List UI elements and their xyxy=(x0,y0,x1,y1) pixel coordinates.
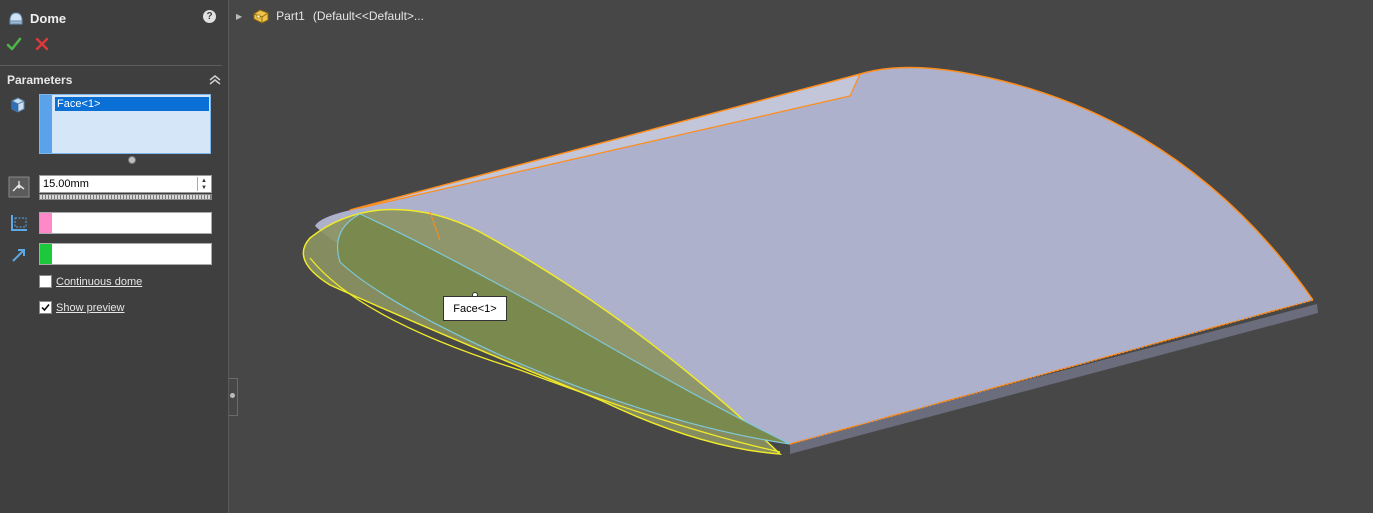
face-list-item[interactable]: Face<1> xyxy=(55,97,209,111)
constraint-sketch-icon xyxy=(11,215,27,231)
spin-down-icon[interactable]: ▼ xyxy=(198,184,210,191)
pm-title: Dome xyxy=(30,10,67,26)
list-resize-handle[interactable] xyxy=(128,156,136,164)
face-callout-label: Face<1> xyxy=(453,302,497,315)
separator xyxy=(0,65,222,66)
configuration-name: (Default<<Default>... xyxy=(312,9,424,23)
spin-up-icon[interactable]: ▲ xyxy=(198,177,210,184)
direction-arrow-icon xyxy=(12,249,25,262)
face-callout[interactable]: Face<1> xyxy=(443,296,507,321)
check-mark-icon xyxy=(41,304,50,312)
pm-header: Dome xyxy=(8,8,66,28)
expand-arrow-icon[interactable]: ▶ xyxy=(236,12,242,21)
distance-input[interactable]: 15.00mm ▲ ▼ xyxy=(39,175,212,193)
direction-field[interactable] xyxy=(39,243,212,265)
checkbox-unchecked[interactable] xyxy=(39,275,52,288)
continuous-dome-checkbox[interactable]: Continuous dome xyxy=(39,275,142,288)
chevron-up-icon[interactable] xyxy=(208,72,222,86)
constraint-point-field[interactable] xyxy=(39,212,212,234)
faces-to-dome-list[interactable]: Face<1> xyxy=(39,94,211,154)
show-preview-checkbox[interactable]: Show preview xyxy=(39,301,124,314)
graphics-viewport[interactable] xyxy=(230,0,1373,513)
feature-tree-flyout[interactable]: ▶ Part1 (Default<<Default>... xyxy=(236,8,424,24)
cancel-button[interactable] xyxy=(34,36,50,52)
dome-feature-icon xyxy=(9,12,23,25)
face-selection-icon xyxy=(11,97,25,113)
ok-button[interactable] xyxy=(6,36,22,52)
property-manager: Dome ? Parameters Face<1> 15.00mm ▲ ▼ Co… xyxy=(0,0,229,513)
distance-icon xyxy=(8,176,30,198)
help-icon[interactable]: ? xyxy=(203,10,216,23)
continuous-dome-label: Continuous dome xyxy=(56,275,143,288)
distance-value: 15.00mm xyxy=(43,178,89,190)
distance-spinner[interactable]: ▲ ▼ xyxy=(197,177,210,191)
distance-thumbwheel[interactable] xyxy=(39,194,212,200)
part-name: Part1 xyxy=(276,9,305,23)
show-preview-label: Show preview xyxy=(56,301,125,314)
parameters-group-title: Parameters xyxy=(7,73,73,87)
part-icon xyxy=(253,9,269,24)
checkbox-checked[interactable] xyxy=(39,301,52,314)
